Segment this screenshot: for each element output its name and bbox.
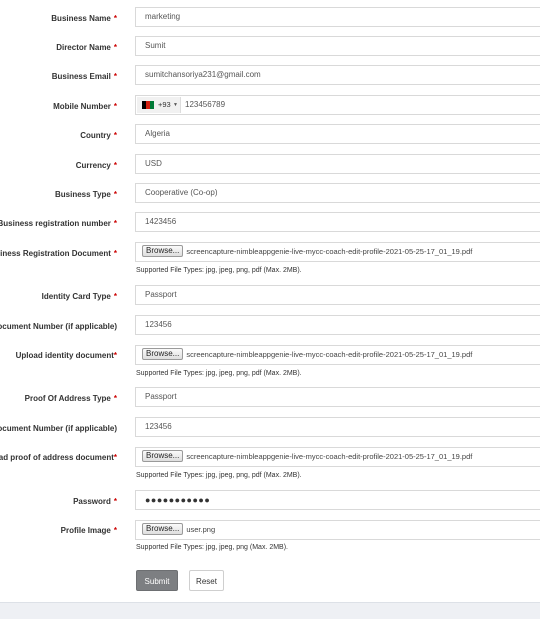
identity-doc-number-label: Document Number (if applicable)	[0, 322, 117, 331]
director-name-input[interactable]: Sumit	[135, 36, 540, 56]
country-code-dropdown[interactable]: +93 ▼	[137, 97, 181, 113]
selected-file-name: screencapture-nimbleappgenie-live-mycc-c…	[186, 350, 473, 359]
file-type-hint: Supported File Types: jpg, jpeg, png, pd…	[136, 267, 302, 274]
business-reg-document-file-input: Browse... screencapture-nimbleappgenie-li…	[135, 242, 540, 262]
browse-button[interactable]: Browse...	[142, 523, 184, 535]
dial-code: +93	[158, 100, 171, 109]
business-reg-number-label: Business registration number *	[0, 219, 117, 228]
selected-file-name: screencapture-nimbleappgenie-live-mycc-c…	[186, 452, 473, 461]
country-select[interactable]: Algeria	[135, 124, 540, 144]
identity-card-type-select[interactable]: Passport	[135, 285, 540, 305]
profile-image-file-input: Browse... user.png	[135, 520, 540, 540]
afghanistan-flag-icon	[142, 101, 154, 109]
selected-file-name: screencapture-nimbleappgenie-live-mycc-c…	[186, 247, 473, 256]
browse-button[interactable]: Browse...	[142, 348, 184, 360]
currency-select[interactable]: USD	[135, 154, 540, 174]
director-name-label: Director Name *	[56, 43, 117, 52]
mobile-number-input[interactable]: 123456789	[185, 96, 225, 114]
reset-button[interactable]: Reset	[189, 570, 224, 591]
browse-button[interactable]: Browse...	[142, 450, 184, 462]
business-email-label: Business Email *	[51, 72, 117, 81]
profile-image-label: Profile Image *	[60, 526, 117, 535]
file-type-hint: Supported File Types: jpg, jpeg, png (Ma…	[136, 544, 289, 551]
identity-doc-number-input[interactable]: 123456	[135, 315, 540, 335]
file-type-hint: Supported File Types: jpg, jpeg, png, pd…	[136, 472, 302, 479]
country-label: Country *	[80, 131, 117, 140]
selected-file-name: user.png	[186, 525, 216, 534]
password-label: Password *	[73, 497, 117, 506]
business-name-input[interactable]: marketing	[135, 7, 540, 27]
business-reg-number-input[interactable]: 1423456	[135, 212, 540, 232]
business-type-label: Business Type *	[55, 190, 117, 199]
business-type-select[interactable]: Cooperative (Co-op)	[135, 183, 540, 203]
identity-upload-file-input: Browse... screencapture-nimbleappgenie-li…	[135, 345, 540, 365]
caret-down-icon: ▼	[173, 102, 178, 108]
address-upload-file-input: Browse... screencapture-nimbleappgenie-li…	[135, 447, 540, 467]
mobile-number-label: Mobile Number *	[53, 102, 117, 111]
submit-button[interactable]: Submit	[136, 570, 178, 591]
mobile-number-field: +93 ▼ 123456789	[135, 95, 540, 115]
address-doc-number-label: Document Number (if applicable)	[0, 424, 117, 433]
identity-upload-label: Upload identity document*	[15, 351, 117, 360]
business-reg-document-label: Business Registration Document*	[0, 249, 117, 258]
file-type-hint: Supported File Types: jpg, jpeg, png, pd…	[136, 370, 302, 377]
page-footer	[0, 602, 540, 619]
address-upload-label: Upload proof of address document*	[0, 453, 117, 462]
business-email-input[interactable]: sumitchansoriya231@gmail.com	[135, 65, 540, 85]
password-input[interactable]: ●●●●●●●●●●●	[135, 490, 540, 510]
identity-card-type-label: Identity Card Type *	[41, 292, 117, 301]
proof-address-type-select[interactable]: Passport	[135, 387, 540, 407]
proof-address-type-label: Proof Of Address Type *	[24, 394, 117, 403]
address-doc-number-input[interactable]: 123456	[135, 417, 540, 437]
business-name-label: Business Name *	[51, 14, 117, 23]
browse-button[interactable]: Browse...	[142, 245, 184, 257]
currency-label: Currency *	[75, 161, 117, 170]
